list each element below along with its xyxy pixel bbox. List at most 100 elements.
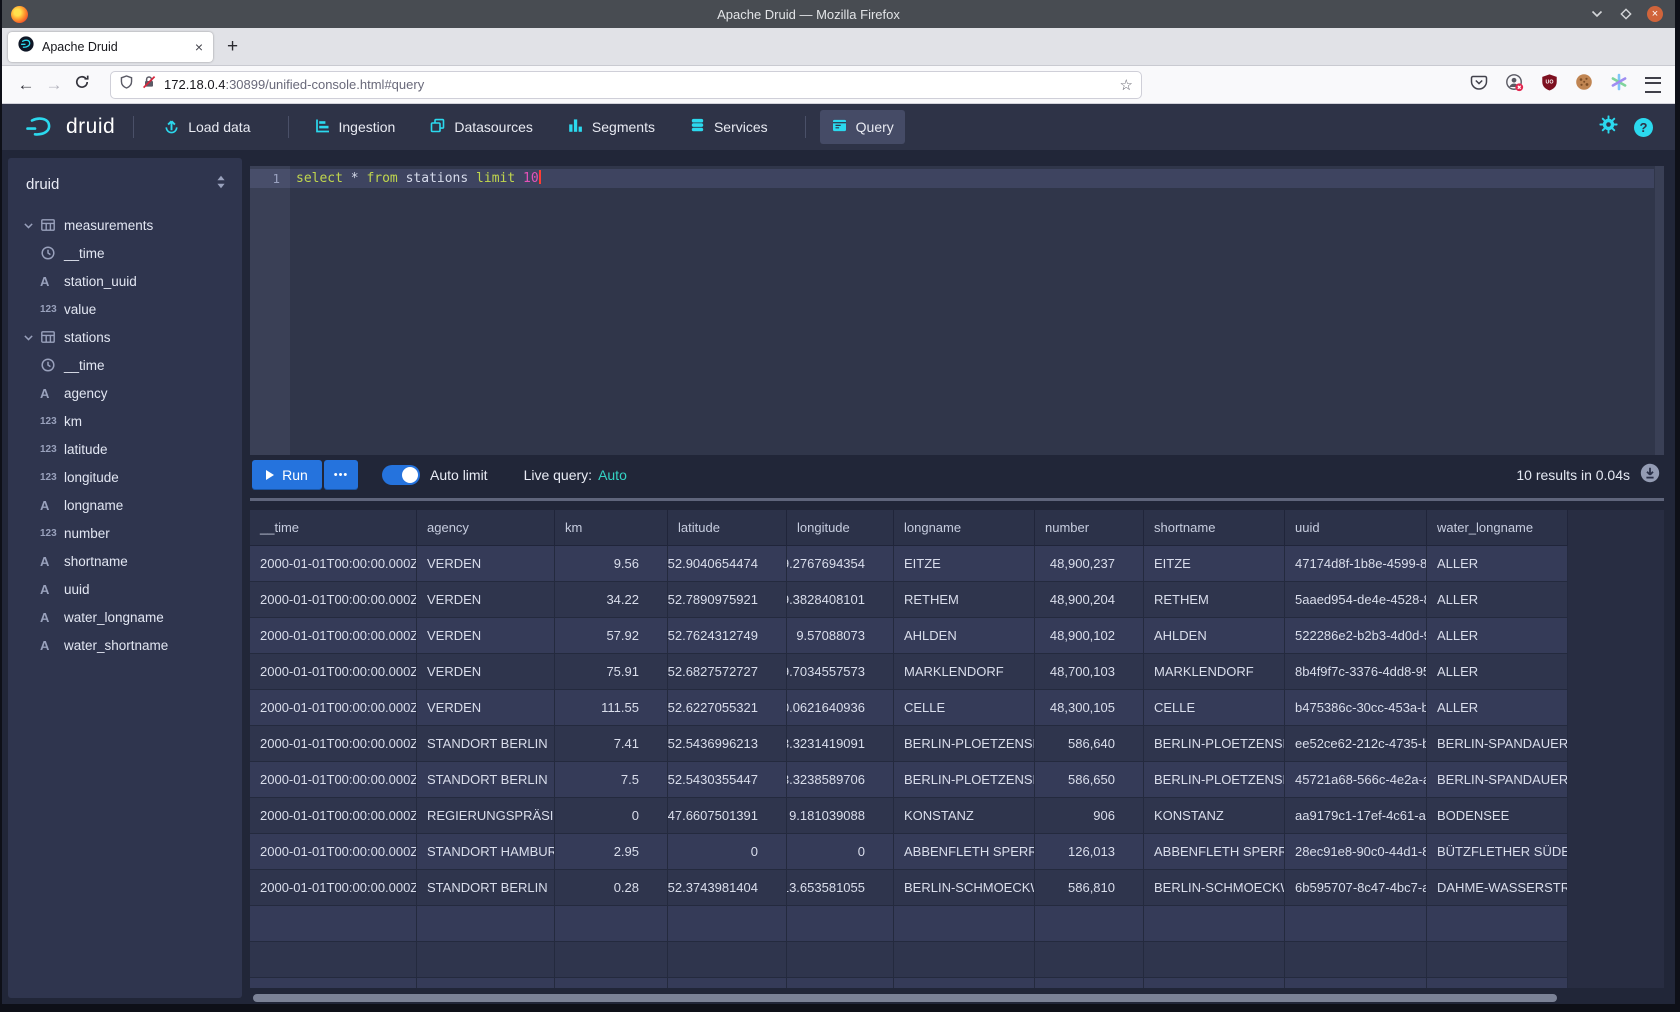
horizontal-scrollbar[interactable] [250,992,1664,1004]
cell-latitude[interactable]: 0 [668,834,787,869]
column-header-water_longname[interactable]: water_longname [1427,510,1568,545]
cell-longitude[interactable]: 13.653581055 [787,870,894,905]
cell-water_longname[interactable]: BODENSEE [1427,798,1568,833]
cell-km[interactable]: 111.55 [555,690,668,725]
cell-longname[interactable]: BERLIN-PLOETZENSEE O [894,726,1035,761]
cell-agency[interactable]: REGIERUNGSPRÄSIDIUM [417,798,555,833]
reload-button[interactable] [68,74,96,95]
cell-km[interactable]: 0.28 [555,870,668,905]
cell-km[interactable]: 9.56 [555,546,668,581]
cell-longitude[interactable]: 9.3828408101 [787,582,894,617]
cell-longitude[interactable]: 0 [787,834,894,869]
cell-longitude[interactable]: 9.181039088 [787,798,894,833]
cell-water_longname[interactable]: BERLIN-SPANDAUER-SC [1427,762,1568,797]
url-bar[interactable]: 172.18.0.4:30899/unified-console.html#qu… [110,71,1142,99]
column-header-km[interactable]: km [555,510,668,545]
cell-water_longname[interactable]: BÜTZFLETHER SÜDERELBE [1427,834,1568,869]
cell-__time[interactable]: 2000-01-01T00:00:00.000Z [250,834,417,869]
tracking-shield-icon[interactable] [119,74,134,95]
nav-item-ingestion[interactable]: Ingestion [303,110,407,144]
cell-km[interactable]: 7.41 [555,726,668,761]
cell-number[interactable]: 126,013 [1035,834,1144,869]
column-item-agency[interactable]: Aagency [8,379,242,407]
cell-latitude[interactable]: 52.9040654474 [668,546,787,581]
cell-longname[interactable]: ABBENFLETH SPERRWERK [894,834,1035,869]
close-icon[interactable]: × [1647,6,1663,22]
cookie-icon[interactable] [1575,73,1593,96]
cell-latitude[interactable]: 52.5436996213 [668,726,787,761]
cell-agency[interactable]: VERDEN [417,618,555,653]
cell-number[interactable]: 586,640 [1035,726,1144,761]
cell-latitude[interactable]: 52.3743981404 [668,870,787,905]
cell-longname[interactable]: BERLIN-SCHMOECKWITZ [894,870,1035,905]
bookmark-star-icon[interactable]: ☆ [1120,76,1133,94]
cell-longname[interactable]: EITZE [894,546,1035,581]
hamburger-menu-icon[interactable] [1645,77,1661,93]
cell-__time[interactable]: 2000-01-01T00:00:00.000Z [250,618,417,653]
druid-logo[interactable]: druid [24,115,115,139]
cell-longname[interactable]: CELLE [894,690,1035,725]
pocket-icon[interactable] [1470,73,1488,96]
cell-agency[interactable]: VERDEN [417,582,555,617]
cell-km[interactable]: 2.95 [555,834,668,869]
table-item-measurements[interactable]: measurements [8,211,242,239]
cell-uuid[interactable]: 8b4f9f7c-3376-4dd8-95c [1285,654,1427,689]
cell-shortname[interactable]: BERLIN-SCHMOECKWITZ [1144,870,1285,905]
cell-latitude[interactable]: 52.5430355447 [668,762,787,797]
cell-shortname[interactable]: RETHEM [1144,582,1285,617]
cell-shortname[interactable]: MARKLENDORF [1144,654,1285,689]
nav-item-query[interactable]: Query [820,110,905,144]
cell-uuid[interactable]: 45721a68-566c-4e2a-a6 [1285,762,1427,797]
insecure-lock-icon[interactable] [141,74,157,95]
cell-__time[interactable]: 2000-01-01T00:00:00.000Z [250,546,417,581]
column-header-__time[interactable]: __time [250,510,417,545]
cell-number[interactable]: 586,810 [1035,870,1144,905]
browser-tab-apache-druid[interactable]: Apache Druid × [8,32,213,62]
download-icon[interactable] [1640,463,1660,488]
column-item-value[interactable]: 123value [8,295,242,323]
cell-shortname[interactable]: BERLIN-PLOETZENSEE O [1144,726,1285,761]
column-item-longname[interactable]: Alongname [8,491,242,519]
cell-shortname[interactable]: ABBENFLETH SPERRWERK [1144,834,1285,869]
cell-__time[interactable]: 2000-01-01T00:00:00.000Z [250,654,417,689]
account-icon[interactable] [1505,73,1524,97]
editor-scrollbar[interactable] [1655,166,1664,455]
cell-shortname[interactable]: KONSTANZ [1144,798,1285,833]
cell-__time[interactable]: 2000-01-01T00:00:00.000Z [250,762,417,797]
cell-uuid[interactable]: 522286e2-b2b3-4d0d-9a [1285,618,1427,653]
cell-number[interactable]: 48,900,102 [1035,618,1144,653]
cell-uuid[interactable]: 28ec91e8-90c0-44d1-8fc [1285,834,1427,869]
cell-uuid[interactable]: b475386c-30cc-453a-b3 [1285,690,1427,725]
column-item-km[interactable]: 123km [8,407,242,435]
cell-water_longname[interactable]: ALLER [1427,618,1568,653]
column-header-longname[interactable]: longname [894,510,1035,545]
column-item-longitude[interactable]: 123longitude [8,463,242,491]
column-header-number[interactable]: number [1035,510,1144,545]
cell-water_longname[interactable]: ALLER [1427,654,1568,689]
cell-water_longname[interactable]: ALLER [1427,546,1568,581]
auto-limit-toggle[interactable] [382,465,420,485]
cell-km[interactable]: 0 [555,798,668,833]
panel-divider[interactable] [250,498,1664,501]
cell-uuid[interactable]: 5aaed954-de4e-4528-8f [1285,582,1427,617]
cell-agency[interactable]: STANDORT BERLIN [417,870,555,905]
table-item-stations[interactable]: stations [8,323,242,351]
cell-km[interactable]: 7.5 [555,762,668,797]
nav-item-datasources[interactable]: Datasources [418,110,544,144]
live-query-value[interactable]: Auto [598,467,627,483]
cell-__time[interactable]: 2000-01-01T00:00:00.000Z [250,582,417,617]
nav-item-services[interactable]: Services [678,110,779,144]
column-item-number[interactable]: 123number [8,519,242,547]
schema-name[interactable]: druid [26,176,214,193]
cell-km[interactable]: 57.92 [555,618,668,653]
column-item-station_uuid[interactable]: Astation_uuid [8,267,242,295]
cell-longname[interactable]: KONSTANZ [894,798,1035,833]
cell-uuid[interactable]: 47174d8f-1b8e-4599-8a [1285,546,1427,581]
maximize-icon[interactable] [1618,6,1634,22]
cell-agency[interactable]: STANDORT BERLIN [417,726,555,761]
cell-latitude[interactable]: 52.6827572727 [668,654,787,689]
cell-number[interactable]: 48,900,237 [1035,546,1144,581]
cell-number[interactable]: 48,700,103 [1035,654,1144,689]
url-text[interactable]: 172.18.0.4:30899/unified-console.html#qu… [164,77,1113,92]
help-icon[interactable]: ? [1634,118,1653,137]
